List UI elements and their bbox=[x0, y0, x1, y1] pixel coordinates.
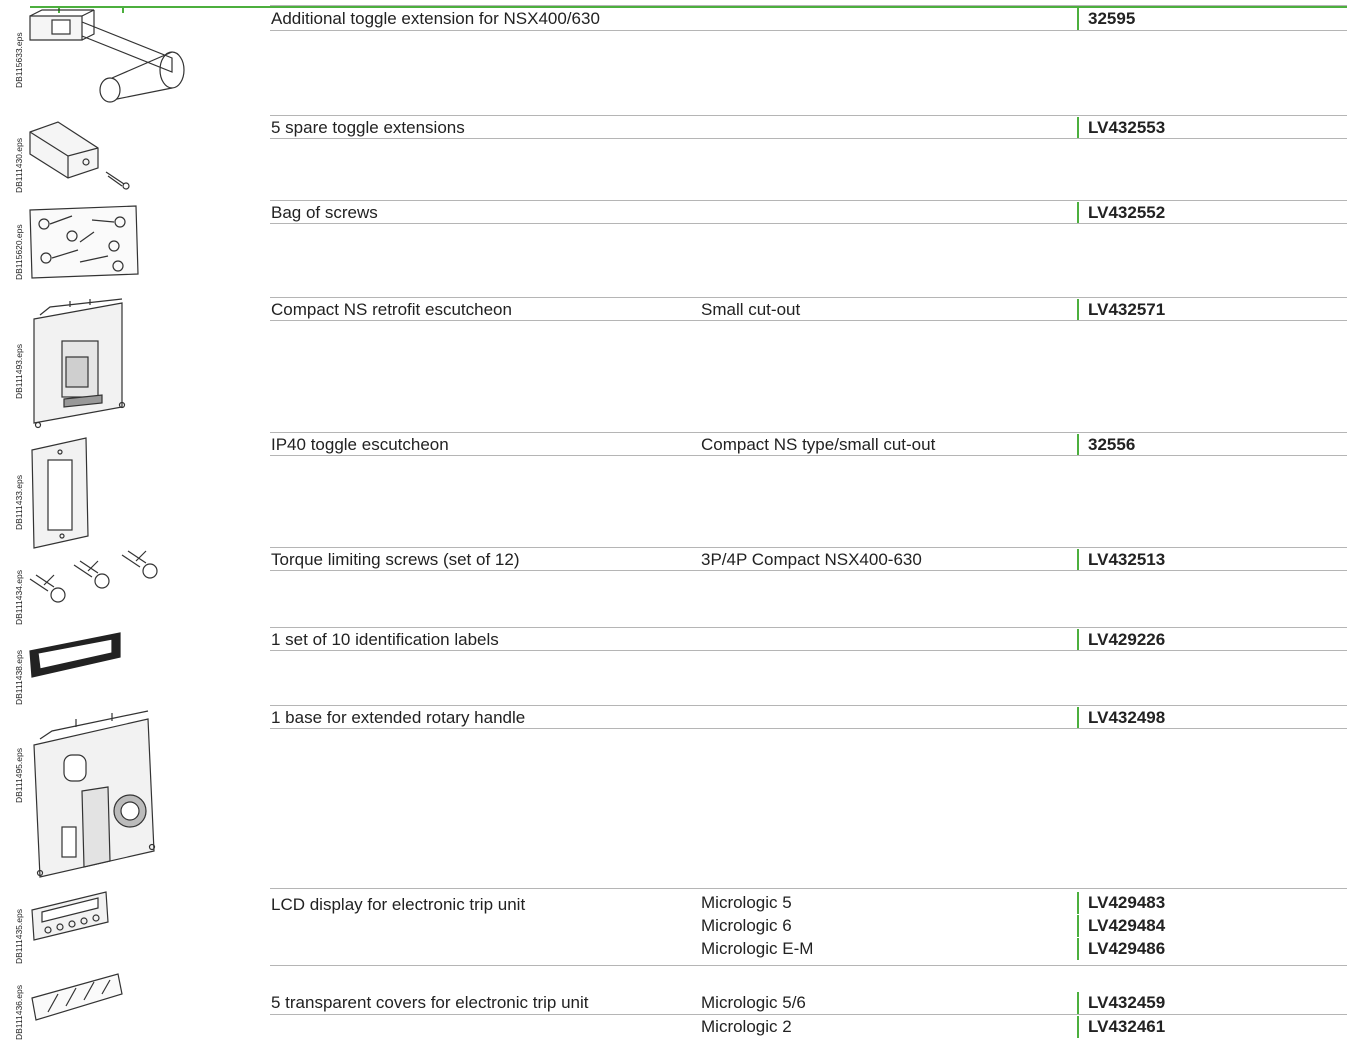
item-reference: LV429483 bbox=[1077, 892, 1347, 914]
product-row: DB111430.eps 5 spare toggle extensions L… bbox=[0, 115, 1347, 200]
image-code: DB111430.eps bbox=[14, 138, 24, 193]
transparent-covers-illustration bbox=[31, 973, 123, 1021]
item-variant: 3P/4P Compact NSX400-630 bbox=[701, 550, 922, 569]
bag-of-screws-illustration bbox=[29, 205, 139, 279]
spare-toggle-illustration bbox=[29, 121, 130, 190]
row-divider bbox=[270, 705, 1347, 706]
item-reference: LV432498 bbox=[1077, 707, 1347, 729]
product-row: DB115620.eps Bag of screws LV432552 bbox=[0, 200, 1347, 297]
image-code: DB111436.eps bbox=[14, 985, 24, 1040]
item-reference: LV429226 bbox=[1077, 629, 1347, 651]
item-variant: Small cut-out bbox=[701, 300, 801, 319]
item-description: Compact NS retrofit escutcheon bbox=[271, 300, 512, 319]
item-reference: LV432461 bbox=[1077, 1016, 1347, 1038]
item-variant: Compact NS type/small cut-out bbox=[701, 435, 936, 454]
item-description: 5 spare toggle extensions bbox=[271, 118, 465, 137]
image-code: DB111435.eps bbox=[14, 909, 24, 964]
product-row: DB111433.eps IP40 toggle escutcheon Comp… bbox=[0, 432, 1347, 549]
row-divider bbox=[270, 115, 1347, 116]
item-reference: 32595 bbox=[1077, 8, 1347, 30]
product-row: DB111493.eps Compact NS retrofit escutch… bbox=[0, 297, 1347, 432]
item-reference: LV432459 bbox=[1077, 992, 1347, 1014]
row-divider bbox=[270, 627, 1347, 628]
image-code: DB111438.eps bbox=[14, 650, 24, 705]
row-divider bbox=[270, 297, 1347, 298]
item-description: Bag of screws bbox=[271, 203, 378, 222]
toggle-escutcheon-illustration bbox=[31, 437, 89, 549]
item-reference: LV432552 bbox=[1077, 202, 1347, 224]
item-description: LCD display for electronic trip unit bbox=[271, 895, 526, 914]
image-code: DB111433.eps bbox=[14, 475, 24, 530]
row-divider bbox=[270, 5, 1347, 6]
lcd-display-illustration bbox=[31, 891, 109, 941]
row-underline bbox=[270, 455, 1347, 456]
item-variant: Micrologic 2 bbox=[701, 1017, 792, 1036]
item-variant: Micrologic 5/6 bbox=[701, 993, 806, 1012]
product-row: DB111434.eps Torque limiting screws (set… bbox=[0, 547, 1347, 627]
row-underline bbox=[270, 1014, 1347, 1015]
row-divider bbox=[270, 200, 1347, 201]
row-underline bbox=[270, 650, 1347, 651]
item-reference: LV432553 bbox=[1077, 117, 1347, 139]
row-divider bbox=[270, 432, 1347, 433]
row-underline bbox=[270, 320, 1347, 321]
image-code: DB115620.eps bbox=[14, 224, 24, 280]
item-reference: LV432513 bbox=[1077, 549, 1347, 571]
image-code: DB111493.eps bbox=[14, 344, 24, 399]
product-row: DB111435.eps LCD display for electronic … bbox=[0, 888, 1347, 966]
item-description: Additional toggle extension for NSX400/6… bbox=[271, 9, 600, 28]
product-row: DB115633.eps Additional toggle extension… bbox=[0, 0, 1347, 115]
row-underline bbox=[270, 30, 1347, 31]
item-variant: Micrologic E-M bbox=[701, 939, 814, 958]
item-reference: LV429484 bbox=[1077, 915, 1347, 937]
item-description: 5 transparent covers for electronic trip… bbox=[271, 993, 589, 1012]
rotary-handle-base-illustration bbox=[33, 710, 156, 878]
toggle-extension-illustration bbox=[29, 9, 185, 103]
image-code: DB111434.eps bbox=[14, 570, 24, 625]
row-underline bbox=[270, 223, 1347, 224]
item-variant: Micrologic 5 bbox=[701, 893, 792, 912]
retrofit-escutcheon-illustration bbox=[33, 298, 126, 429]
product-row: DB111438.eps 1 set of 10 identification … bbox=[0, 627, 1347, 705]
row-underline bbox=[270, 138, 1347, 139]
row-underline bbox=[270, 728, 1347, 729]
item-reference: LV432571 bbox=[1077, 299, 1347, 321]
image-code: DB111495.eps bbox=[14, 748, 24, 803]
row-underline bbox=[270, 570, 1347, 571]
item-variant: Micrologic 6 bbox=[701, 916, 792, 935]
item-description: 1 set of 10 identification labels bbox=[271, 630, 499, 649]
product-row: DB111436.eps 5 transparent covers for el… bbox=[0, 966, 1347, 1040]
identification-labels-illustration bbox=[29, 632, 121, 678]
product-row: DB111495.eps 1 base for extended rotary … bbox=[0, 705, 1347, 888]
row-divider bbox=[270, 888, 1347, 889]
torque-screws-illustration bbox=[29, 550, 158, 603]
item-description: Torque limiting screws (set of 12) bbox=[271, 550, 520, 569]
row-divider bbox=[270, 547, 1347, 548]
item-description: 1 base for extended rotary handle bbox=[271, 708, 526, 727]
item-reference: LV429486 bbox=[1077, 938, 1347, 960]
item-description: IP40 toggle escutcheon bbox=[271, 435, 449, 454]
item-reference: 32556 bbox=[1077, 434, 1347, 456]
